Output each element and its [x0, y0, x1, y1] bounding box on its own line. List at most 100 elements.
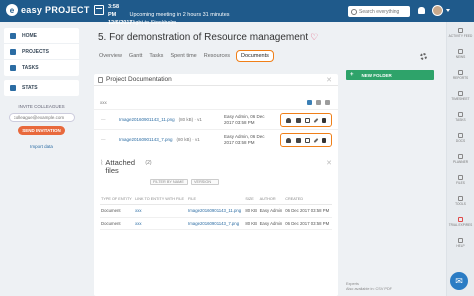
cloud-icon[interactable]: [286, 137, 292, 143]
meeting-time: 3:58 PM: [108, 4, 120, 18]
sidebar-item-label: STATS: [22, 85, 38, 91]
document-link[interactable]: Image20160901143_7.png: [119, 137, 172, 142]
tab-tasks[interactable]: Tasks: [149, 51, 163, 61]
calendar-icon[interactable]: [94, 5, 104, 15]
document-date: 2017 03:58 PM: [224, 139, 255, 145]
bell-icon[interactable]: [418, 7, 425, 14]
tab-gantt[interactable]: Gantt: [129, 51, 142, 61]
tasks-rail-icon: [458, 111, 463, 117]
project-tabs: Overview Gantt Tasks Spent time Resource…: [99, 50, 338, 62]
rail-item-timesheet[interactable]: TIMESHEET: [447, 85, 474, 106]
search-box[interactable]: [348, 6, 410, 17]
delete-icon[interactable]: [325, 100, 330, 105]
attached-filters: FILTER BY NAME VERSION: [150, 179, 338, 185]
document-icon: [98, 76, 103, 83]
row-actions: [280, 133, 332, 147]
rail-item-docs[interactable]: DOCS: [447, 127, 474, 148]
sidebar-item-tasks[interactable]: TASKS: [4, 60, 79, 76]
page-title-text: 5. For demonstration of Resource managem…: [98, 32, 309, 43]
send-invitation-button[interactable]: SEND INVITATION: [18, 126, 65, 135]
cell-entity-link[interactable]: xxx: [134, 217, 188, 230]
new-folder-button[interactable]: + NEW FOLDER: [346, 70, 434, 80]
tab-resources[interactable]: Resources: [204, 51, 230, 61]
edit-icon[interactable]: [313, 117, 319, 123]
rail-item-activity[interactable]: ACTIVITY FEED: [447, 22, 474, 43]
attached-files-table: TYPE OF ENTITY LINK TO ENTITY WITH FILE …: [100, 195, 332, 230]
rail-item-reports[interactable]: REPORTS: [447, 64, 474, 85]
logo-text: easy PROJECT: [21, 5, 90, 15]
rail-item-tasks[interactable]: TASKS: [447, 106, 474, 127]
upcoming-meetings[interactable]: 3:58 PM Upcoming meeting in 2 hours 31 m…: [108, 3, 230, 27]
search-input[interactable]: [359, 8, 409, 15]
export-links[interactable]: Also available in: CSV PDF: [346, 287, 392, 292]
column-header[interactable]: LINK TO ENTITY WITH FILE: [134, 195, 188, 205]
document-size: (80 kB) · v1: [178, 117, 202, 122]
tab-overview[interactable]: Overview: [99, 51, 122, 61]
rail-item-files[interactable]: FILES: [447, 169, 474, 190]
trash-icon[interactable]: [321, 117, 326, 123]
column-header[interactable]: FILE: [187, 195, 245, 205]
sidebar-item-stats[interactable]: STATS: [4, 80, 79, 96]
cell-created: 06 Dec 2017 03:58 PM: [284, 217, 332, 230]
rail-label: ACTIVITY FEED: [448, 33, 473, 38]
column-header[interactable]: CREATED: [284, 195, 332, 205]
logo[interactable]: e easy PROJECT: [6, 4, 90, 16]
filter-version-select[interactable]: VERSION: [191, 179, 219, 185]
document-link[interactable]: Image20160901143_11.png: [119, 117, 175, 122]
file-icon[interactable]: [305, 137, 311, 143]
import-data-link[interactable]: Import data: [4, 144, 79, 149]
lock-icon[interactable]: [295, 117, 301, 123]
upload-icon[interactable]: [307, 100, 312, 105]
table-row: Document xxx Image20160901143_11.png 80 …: [100, 204, 332, 218]
tab-spent-time[interactable]: Spent time: [170, 51, 196, 61]
invite-email-field[interactable]: [8, 113, 75, 122]
trash-icon[interactable]: [321, 137, 326, 143]
rail-item-news[interactable]: NEWS: [447, 43, 474, 64]
edit-icon[interactable]: [316, 100, 321, 105]
logo-mark: e: [6, 4, 18, 16]
rail-item-planner[interactable]: PLANNER: [447, 148, 474, 169]
cloud-icon[interactable]: [286, 117, 292, 123]
gear-icon[interactable]: [420, 53, 427, 60]
panel-title: Project Documentation: [106, 76, 172, 83]
rail-item-help[interactable]: HELP: [447, 232, 474, 253]
rail-label: REPORTS: [452, 75, 469, 80]
filter-name-select[interactable]: FILTER BY NAME: [150, 179, 188, 185]
avatar[interactable]: [432, 5, 443, 16]
settings-row: [420, 53, 427, 60]
paperclip-icon: ⌇: [100, 160, 104, 167]
document-date: 2017 03:58 PM: [224, 119, 255, 125]
cell-entity-link[interactable]: xxx: [134, 204, 188, 218]
edit-icon[interactable]: [313, 137, 319, 143]
row-actions: [280, 113, 332, 127]
lock-icon[interactable]: [295, 137, 301, 143]
file-icon[interactable]: [305, 117, 311, 123]
meeting-title: Flight to Stockholm: [129, 20, 177, 26]
chat-icon[interactable]: ✉: [450, 272, 468, 290]
rail-item-trial[interactable]: TRIAL EXPIRES: [447, 211, 474, 232]
column-header[interactable]: TYPE OF ENTITY: [100, 195, 135, 205]
sidebar-item-projects[interactable]: PROJECTS: [4, 44, 79, 60]
tasks-icon: [10, 65, 16, 71]
activity-icon: [458, 27, 463, 33]
timesheet-icon: [458, 90, 463, 96]
heart-icon[interactable]: ♡: [310, 32, 318, 42]
rail-label: TOOLS: [455, 201, 466, 206]
reports-icon: [458, 69, 463, 75]
rail-label: NEWS: [455, 54, 466, 59]
sidebar-item-label: PROJECTS: [22, 48, 49, 55]
projects-icon: [10, 48, 16, 55]
tab-documents[interactable]: Documents: [236, 50, 274, 62]
close-icon[interactable]: ✕: [326, 159, 332, 167]
rail-label: FILES: [456, 180, 465, 185]
cell-file-link[interactable]: Image20160901143_7.png: [187, 217, 245, 230]
column-header[interactable]: SIZE: [244, 195, 259, 205]
invite-colleagues: INVITE COLLEAGUES SEND INVITATION Import…: [4, 104, 79, 149]
column-header[interactable]: AUTHOR: [258, 195, 285, 205]
chevron-down-icon[interactable]: [446, 9, 450, 12]
sidebar-item-home[interactable]: HOME: [4, 28, 79, 44]
cell-file-link[interactable]: Image20160901143_11.png: [187, 204, 245, 218]
close-icon[interactable]: ✕: [326, 76, 332, 84]
rail-label: PLANNER: [452, 159, 469, 164]
rail-item-tools[interactable]: TOOLS: [447, 190, 474, 211]
